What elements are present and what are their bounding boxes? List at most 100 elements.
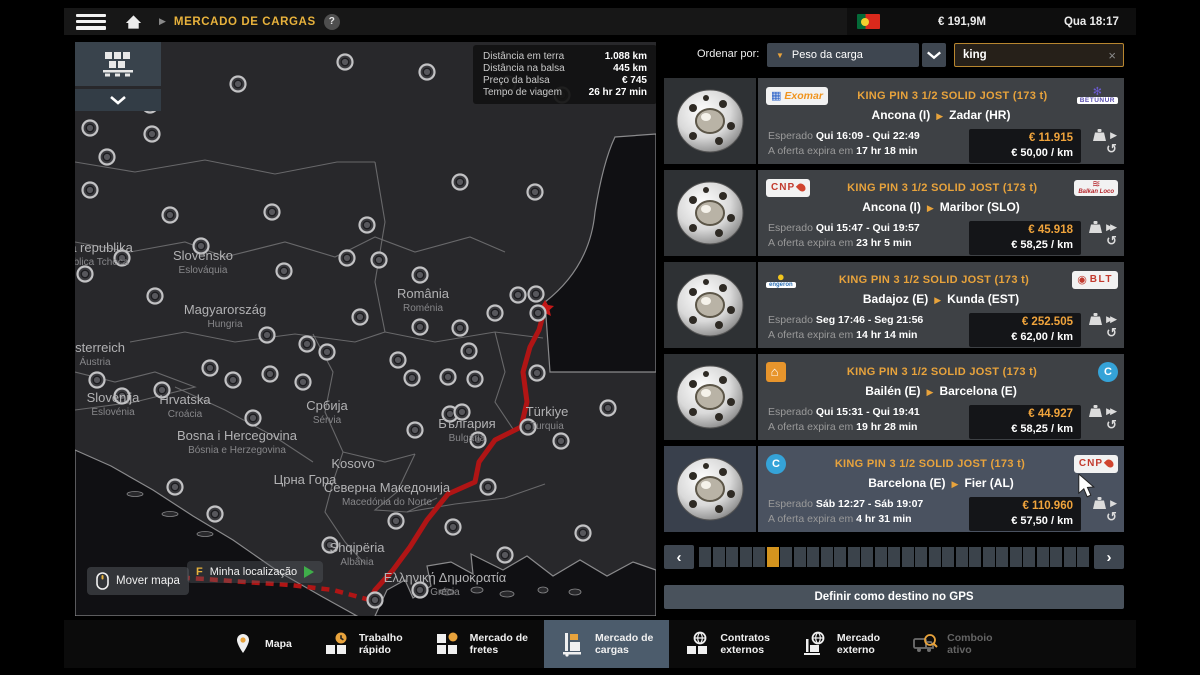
page-square[interactable]: [726, 547, 738, 567]
city-node[interactable]: [265, 205, 280, 220]
city-node[interactable]: [601, 401, 616, 416]
city-node[interactable]: [368, 593, 383, 608]
city-node[interactable]: [389, 514, 404, 529]
route-map[interactable]: á republikablica TchecaSlovenskoEslováqu…: [75, 42, 656, 616]
city-node[interactable]: [531, 306, 546, 321]
page-square[interactable]: [699, 547, 711, 567]
next-page-button[interactable]: ›: [1094, 545, 1124, 569]
cargo-type-dropdown[interactable]: [75, 89, 161, 111]
page-square[interactable]: [956, 547, 968, 567]
page-square[interactable]: [915, 547, 927, 567]
tab-freight-market[interactable]: Mercado de fretes: [419, 620, 544, 668]
page-square[interactable]: [1010, 547, 1022, 567]
city-node[interactable]: [391, 353, 406, 368]
set-gps-destination-button[interactable]: Definir como destino no GPS: [664, 585, 1124, 609]
city-node[interactable]: [453, 175, 468, 190]
city-node[interactable]: [260, 328, 275, 343]
page-square[interactable]: [942, 547, 954, 567]
prev-page-button[interactable]: ‹: [664, 545, 694, 569]
tab-quick-job[interactable]: Trabalho rápido: [308, 620, 419, 668]
city-node[interactable]: [277, 264, 292, 279]
city-node[interactable]: [148, 289, 163, 304]
city-node[interactable]: [300, 337, 315, 352]
city-node[interactable]: [340, 251, 355, 266]
page-square[interactable]: [983, 547, 995, 567]
page-square[interactable]: [996, 547, 1008, 567]
page-square[interactable]: [1064, 547, 1076, 567]
city-node[interactable]: [528, 185, 543, 200]
city-node[interactable]: [481, 480, 496, 495]
map-panel[interactable]: á republikablica TchecaSlovenskoEslováqu…: [75, 42, 656, 616]
city-node[interactable]: [468, 372, 483, 387]
page-square[interactable]: [753, 547, 765, 567]
city-node[interactable]: [263, 367, 278, 382]
page-square[interactable]: [834, 547, 846, 567]
city-node[interactable]: [488, 306, 503, 321]
city-node[interactable]: [554, 434, 569, 449]
page-square[interactable]: [888, 547, 900, 567]
city-node[interactable]: [441, 370, 456, 385]
city-node[interactable]: [372, 253, 387, 268]
tab-convoy[interactable]: Comboio ativo: [896, 620, 1009, 668]
page-square[interactable]: [902, 547, 914, 567]
page-square[interactable]: [1023, 547, 1035, 567]
page-square[interactable]: [929, 547, 941, 567]
city-node[interactable]: [296, 375, 311, 390]
page-square[interactable]: [794, 547, 806, 567]
city-node[interactable]: [446, 520, 461, 535]
city-node[interactable]: [413, 268, 428, 283]
city-node[interactable]: [576, 526, 591, 541]
city-node[interactable]: [413, 320, 428, 335]
city-node[interactable]: [408, 423, 423, 438]
page-square[interactable]: [875, 547, 887, 567]
page-square[interactable]: [713, 547, 725, 567]
cargo-card[interactable]: KING PIN 3 1/2 SOLID JOST (173 t) C Bail…: [664, 354, 1124, 440]
city-node[interactable]: [208, 507, 223, 522]
tab-external-contracts[interactable]: Contratos externos: [669, 620, 786, 668]
tab-cargo-market[interactable]: Mercado de cargas: [544, 620, 669, 668]
page-square[interactable]: [740, 547, 752, 567]
help-icon[interactable]: ?: [324, 14, 340, 30]
city-node[interactable]: [90, 373, 105, 388]
city-node[interactable]: [511, 288, 526, 303]
city-node[interactable]: [338, 55, 353, 70]
page-square[interactable]: [780, 547, 792, 567]
city-node[interactable]: [453, 321, 468, 336]
clear-search-icon[interactable]: ×: [1101, 48, 1123, 63]
city-node[interactable]: [100, 150, 115, 165]
page-square[interactable]: [807, 547, 819, 567]
cargo-card[interactable]: engeron KING PIN 3 1/2 SOLID JOST (173 t…: [664, 262, 1124, 348]
page-square[interactable]: [1050, 547, 1062, 567]
sort-dropdown-button[interactable]: [922, 43, 946, 67]
city-node[interactable]: [530, 366, 545, 381]
city-node[interactable]: [78, 267, 93, 282]
cargo-card[interactable]: Exomar KING PIN 3 1/2 SOLID JOST (173 t)…: [664, 78, 1124, 164]
city-node[interactable]: [420, 65, 435, 80]
city-node[interactable]: [353, 310, 368, 325]
page-square[interactable]: [767, 547, 779, 567]
city-node[interactable]: [462, 344, 477, 359]
city-node[interactable]: [360, 218, 375, 233]
city-node[interactable]: [231, 77, 246, 92]
city-node[interactable]: [83, 183, 98, 198]
page-square[interactable]: [848, 547, 860, 567]
search-input[interactable]: [955, 49, 1101, 61]
page-square[interactable]: [1037, 547, 1049, 567]
home-icon[interactable]: [124, 13, 143, 31]
tab-map[interactable]: Mapa: [214, 620, 308, 668]
city-node[interactable]: [529, 287, 544, 302]
cargo-card[interactable]: CNP KING PIN 3 1/2 SOLID JOST (173 t) Ba…: [664, 170, 1124, 256]
city-node[interactable]: [246, 411, 261, 426]
city-node[interactable]: [203, 361, 218, 376]
cargo-type-button[interactable]: [75, 42, 161, 86]
cargo-card[interactable]: C KING PIN 3 1/2 SOLID JOST (173 t) CNP …: [664, 446, 1124, 532]
city-node[interactable]: [226, 373, 241, 388]
city-node[interactable]: [405, 371, 420, 386]
sort-dropdown[interactable]: ▼ Peso da carga: [767, 43, 919, 67]
city-node[interactable]: [145, 127, 160, 142]
city-node[interactable]: [320, 345, 335, 360]
city-node[interactable]: [168, 480, 183, 495]
city-node[interactable]: [498, 548, 513, 563]
page-square[interactable]: [969, 547, 981, 567]
city-node[interactable]: [163, 208, 178, 223]
